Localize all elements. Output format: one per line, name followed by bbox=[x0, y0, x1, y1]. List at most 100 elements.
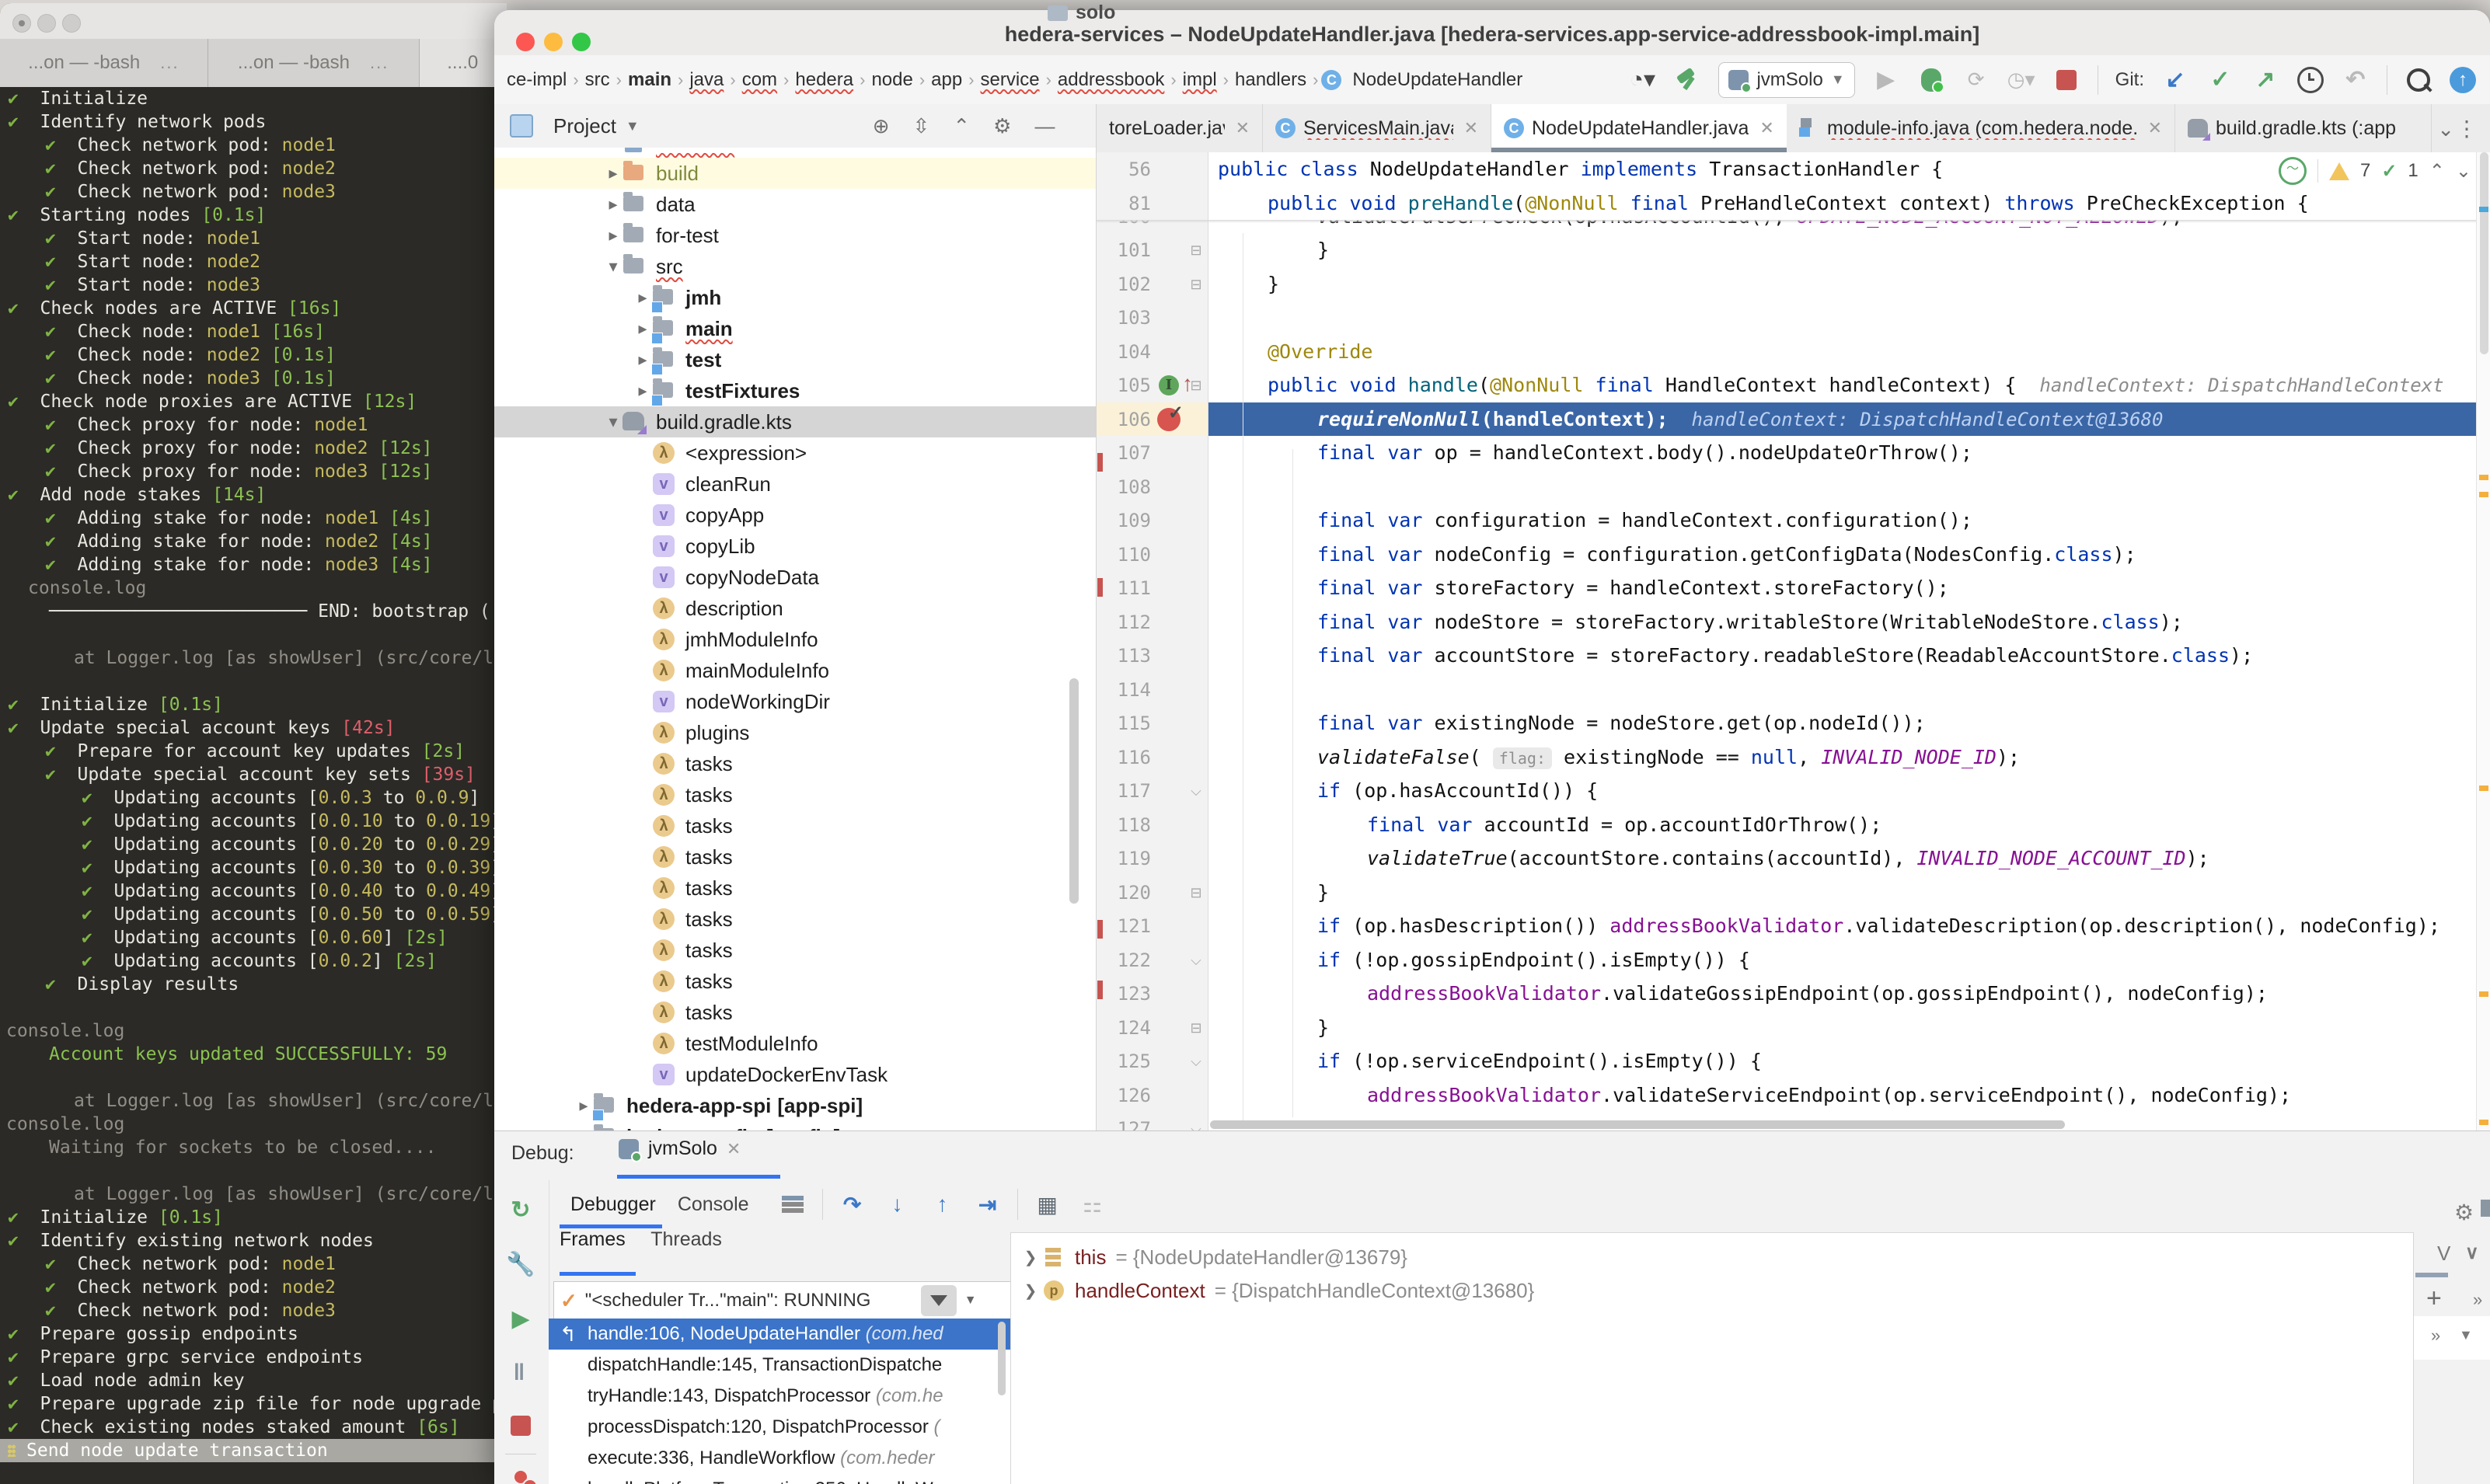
tree-item-tasks[interactable]: λtasks bbox=[494, 997, 1096, 1028]
frames-scrollbar[interactable] bbox=[998, 1322, 1006, 1395]
tree-chevron-icon[interactable]: ▸ bbox=[575, 1096, 592, 1116]
project-view-selector[interactable]: Project bbox=[553, 114, 616, 138]
breadcrumb-item[interactable]: com bbox=[739, 68, 780, 92]
variable-row[interactable]: ❯this= {NodeUpdateHandler@13679} bbox=[1011, 1241, 2414, 1273]
filter-icon[interactable] bbox=[921, 1285, 957, 1316]
breadcrumb-item[interactable]: impl bbox=[1180, 68, 1220, 92]
expand-icon[interactable]: ❯ bbox=[1017, 1281, 1044, 1301]
tree-chevron-icon[interactable]: ▸ bbox=[605, 194, 622, 214]
add-watch-icon[interactable]: + bbox=[2426, 1284, 2442, 1314]
locate-file-icon[interactable]: ⊕ bbox=[873, 114, 890, 138]
frames-list[interactable]: ↰handle:106, NodeUpdateHandler (com.hedd… bbox=[549, 1319, 1010, 1484]
breadcrumb-item[interactable]: java bbox=[686, 68, 727, 92]
tree-item-src[interactable]: ▾src bbox=[494, 251, 1096, 282]
tab-debugger[interactable]: Debugger bbox=[570, 1193, 656, 1216]
tree-item-cleanRun[interactable]: vcleanRun bbox=[494, 469, 1096, 500]
tree-item-tasks[interactable]: λtasks bbox=[494, 935, 1096, 966]
editor-tab-toreLoader.java[interactable]: toreLoader.java✕ bbox=[1097, 104, 1263, 152]
step-over-icon[interactable]: ↷ bbox=[837, 1189, 868, 1220]
tree-item-nodeWorkingDir[interactable]: vnodeWorkingDir bbox=[494, 686, 1096, 717]
terminal-minimize-button[interactable] bbox=[37, 14, 56, 33]
stop-icon[interactable] bbox=[505, 1410, 536, 1441]
gear-icon[interactable]: ⚙ bbox=[2454, 1200, 2474, 1225]
tab-threads[interactable]: Threads bbox=[650, 1228, 722, 1250]
next-problem-icon[interactable]: ⌄ bbox=[2456, 160, 2471, 183]
breadcrumb-item[interactable]: addressbook bbox=[1055, 68, 1167, 92]
layout-icon[interactable] bbox=[777, 1189, 808, 1220]
step-into-icon[interactable]: ↓ bbox=[882, 1189, 913, 1220]
tree-item-jmh[interactable]: ▸jmh bbox=[494, 282, 1096, 313]
breadcrumb-item[interactable]: app bbox=[928, 68, 965, 92]
collapse-all-icon[interactable]: ⌃ bbox=[953, 114, 970, 138]
tree-item-tasks[interactable]: λtasks bbox=[494, 841, 1096, 873]
history-icon[interactable] bbox=[2296, 66, 2324, 94]
tree-item-description[interactable]: λdescription bbox=[494, 593, 1096, 624]
step-out-icon[interactable]: ↑ bbox=[927, 1189, 958, 1220]
tree-item-test[interactable]: ▸test bbox=[494, 344, 1096, 375]
watch-chevron-icon[interactable]: V bbox=[2437, 1242, 2450, 1266]
git-update-icon[interactable]: ↙ bbox=[2161, 66, 2189, 94]
breadcrumb-item[interactable]: main bbox=[625, 68, 675, 92]
variable-row[interactable]: ❯phandleContext= {DispatchHandleContext@… bbox=[1011, 1274, 2414, 1307]
tree-item-tasks[interactable]: λtasks bbox=[494, 873, 1096, 904]
breadcrumb-item[interactable]: service bbox=[978, 68, 1043, 92]
git-push-icon[interactable]: ↗ bbox=[2251, 66, 2279, 94]
tree-item[interactable] bbox=[494, 148, 1096, 158]
more-icon[interactable]: » bbox=[2431, 1325, 2440, 1346]
hide-panel-icon[interactable]: — bbox=[1034, 114, 1055, 138]
thread-selector[interactable]: ✓ "<scheduler Tr..."main": RUNNING ▼ bbox=[553, 1281, 1012, 1320]
pause-icon[interactable]: ‖ bbox=[505, 1357, 536, 1388]
tree-item-tasks[interactable]: λtasks bbox=[494, 779, 1096, 810]
more-icon[interactable]: » bbox=[2473, 1290, 2482, 1310]
tree-chevron-icon[interactable]: ▸ bbox=[634, 381, 651, 401]
debug-button[interactable] bbox=[1917, 66, 1945, 94]
frame-row[interactable]: dispatchHandle:145, TransactionDispatche bbox=[549, 1350, 1010, 1381]
terminal-tab-menu[interactable]: ... bbox=[160, 53, 179, 73]
terminal-tab-menu[interactable]: ... bbox=[370, 53, 389, 73]
chevron-down-icon[interactable]: ▼ bbox=[626, 118, 640, 134]
terminal-tab[interactable]: ...on — -bash... bbox=[208, 39, 420, 87]
git-commit-icon[interactable]: ✓ bbox=[2206, 66, 2234, 94]
terminal-zoom-button[interactable] bbox=[62, 14, 81, 33]
run-button[interactable]: ▶ bbox=[1872, 66, 1900, 94]
editor-error-stripe[interactable] bbox=[2476, 152, 2490, 1130]
editor-tab-module-info.java[interactable]: module-info.java (com.hedera.node.app)✕ bbox=[1787, 104, 2175, 152]
tree-chevron-icon[interactable]: ▾ bbox=[605, 412, 622, 432]
prev-problem-icon[interactable]: ⌃ bbox=[2429, 160, 2445, 183]
frame-row[interactable]: tryHandle:143, DispatchProcessor (com.he bbox=[549, 1381, 1010, 1412]
breadcrumb-item[interactable]: NodeUpdateHandler bbox=[1349, 68, 1526, 92]
frame-row[interactable]: execute:336, HandleWorkflow (com.heder bbox=[549, 1443, 1010, 1474]
tree-chevron-icon[interactable]: ▸ bbox=[634, 319, 651, 339]
close-icon[interactable]: ✕ bbox=[1236, 118, 1250, 138]
tree-chevron-icon[interactable]: ▾ bbox=[605, 256, 622, 277]
expand-all-icon[interactable]: ⇳ bbox=[913, 114, 930, 138]
frame-row[interactable]: ↰handle:106, NodeUpdateHandler (com.hed bbox=[549, 1319, 1010, 1350]
tree-item-updateDockerEnvTask[interactable]: vupdateDockerEnvTask bbox=[494, 1059, 1096, 1090]
frame-row[interactable]: processDispatch:120, DispatchProcessor ( bbox=[549, 1412, 1010, 1443]
tree-item-tasks[interactable]: λtasks bbox=[494, 810, 1096, 841]
build-hammer-icon[interactable] bbox=[1673, 66, 1701, 94]
stop-button[interactable] bbox=[2052, 66, 2080, 94]
tree-item-fortest[interactable]: ▸for-test bbox=[494, 220, 1096, 251]
tree-item-mainModuleInfo[interactable]: λmainModuleInfo bbox=[494, 655, 1096, 686]
gear-icon[interactable]: ⚙ bbox=[993, 114, 1011, 138]
tree-item-hederaconfig[interactable]: ▸hedera-config[config] bbox=[494, 1121, 1096, 1130]
chevron-down-icon[interactable]: ▼ bbox=[964, 1294, 977, 1308]
tree-chevron-icon[interactable]: ▸ bbox=[634, 350, 651, 370]
tree-item-testModuleInfo[interactable]: λtestModuleInfo bbox=[494, 1028, 1096, 1059]
view-breakpoints-icon[interactable] bbox=[505, 1461, 536, 1484]
code-editor[interactable]: 5681100101⊟102⊟103104105I↑⊟1061071081091… bbox=[1097, 152, 2490, 1130]
inspection-widget[interactable]: 〜 7 ✓ 1 ⌃ ⌄ bbox=[2279, 157, 2471, 185]
tree-item-buildgradlekts[interactable]: ▾build.gradle.kts bbox=[494, 406, 1096, 437]
tree-chevron-icon[interactable]: ▸ bbox=[605, 225, 622, 246]
project-scrollbar[interactable] bbox=[1069, 678, 1079, 904]
breadcrumb-item[interactable]: src bbox=[582, 68, 613, 92]
tree-item-copyLib[interactable]: vcopyLib bbox=[494, 531, 1096, 562]
terminal-close-button[interactable] bbox=[12, 14, 31, 33]
tree-item-hederaappspi[interactable]: ▸hedera-app-spi[app-spi] bbox=[494, 1090, 1096, 1121]
variables-panel[interactable]: ❯this= {NodeUpdateHandler@13679}❯phandle… bbox=[1010, 1232, 2414, 1484]
debug-session-tab[interactable]: jvmSolo ✕ bbox=[619, 1137, 741, 1160]
tree-item-tasks[interactable]: λtasks bbox=[494, 748, 1096, 779]
editor-tab-build.gradle.kts[interactable]: build.gradle.kts (:app bbox=[2175, 104, 2432, 152]
rerun-icon[interactable]: ↻ bbox=[505, 1194, 536, 1225]
